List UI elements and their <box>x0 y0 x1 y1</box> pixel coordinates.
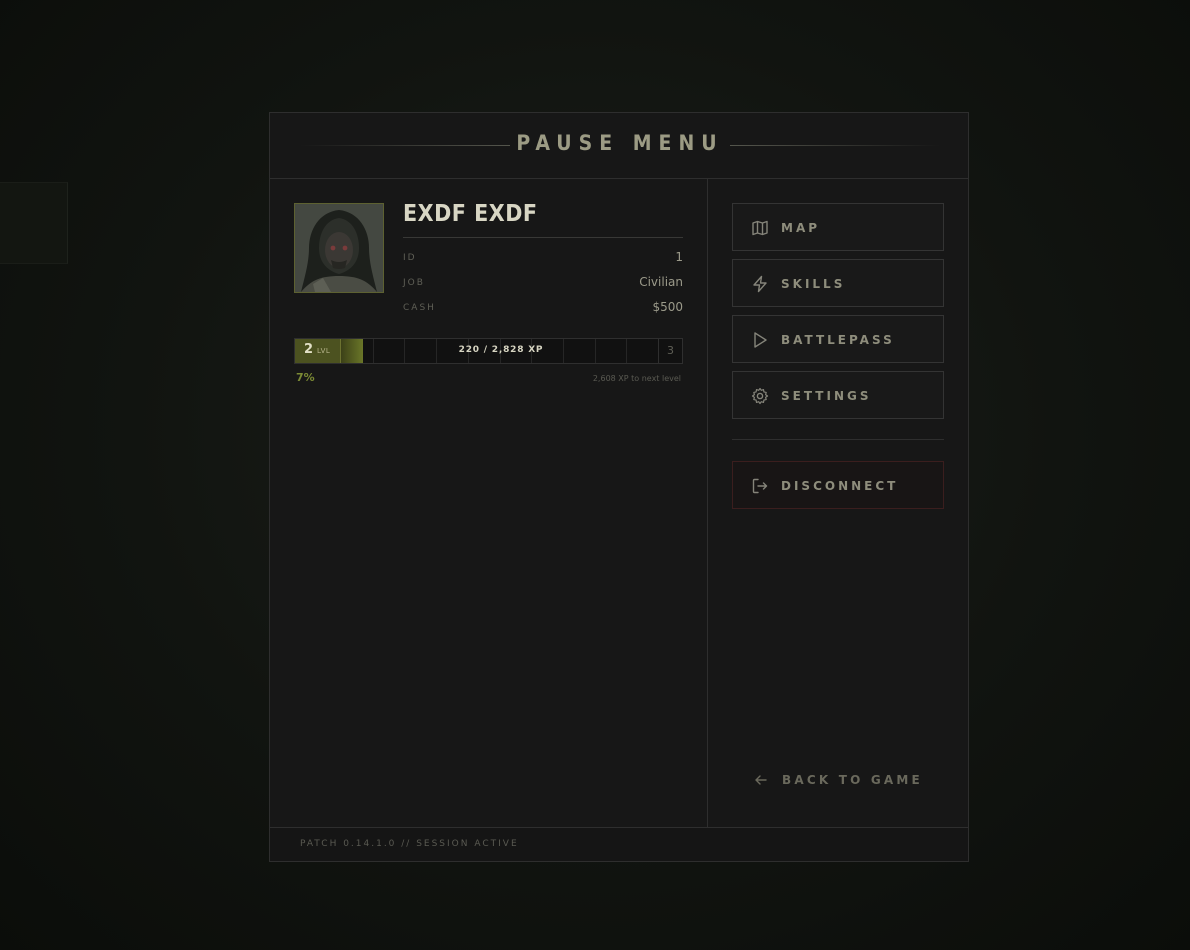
battlepass-button-label: BATTLEPASS <box>781 333 895 347</box>
back-to-game-label: BACK TO GAME <box>782 773 923 787</box>
stat-value: $500 <box>652 300 683 314</box>
gear-icon <box>751 387 769 405</box>
stat-row-id: ID 1 <box>403 250 683 268</box>
hooded-character-portrait <box>295 204 383 292</box>
name-divider <box>403 237 683 238</box>
back-to-game-button[interactable]: BACK TO GAME <box>754 771 944 791</box>
xp-progress-bar: 2 LVL 220 / 2,828 XP 3 <box>294 338 683 364</box>
xp-to-next-level: 2,608 XP to next level <box>592 374 681 383</box>
column-divider <box>707 179 708 827</box>
battlepass-button[interactable]: BATTLEPASS <box>732 315 944 363</box>
level-badge: 2 LVL <box>295 339 341 363</box>
stat-label: CASH <box>403 303 436 313</box>
stat-value: 1 <box>675 250 683 264</box>
avatar <box>294 203 384 293</box>
map-button[interactable]: MAP <box>732 203 944 251</box>
lightning-icon <box>753 275 767 293</box>
map-icon <box>752 220 768 236</box>
footer: PATCH 0.14.1.0 // SESSION ACTIVE <box>270 827 968 861</box>
arrow-left-icon <box>755 775 767 785</box>
pause-menu-header: PAUSE MENU <box>270 113 968 179</box>
disconnect-button-label: DISCONNECT <box>781 479 899 493</box>
settings-button[interactable]: SETTINGS <box>732 371 944 419</box>
map-button-label: MAP <box>781 221 821 235</box>
player-name: EXDF EXDF <box>403 201 538 227</box>
stat-row-job: JOB Civilian <box>403 275 683 293</box>
skills-button-label: SKILLS <box>781 277 846 291</box>
disconnect-button[interactable]: DISCONNECT <box>732 461 944 509</box>
menu-divider <box>732 439 944 440</box>
current-level: 2 <box>304 342 314 357</box>
background-hud-fragment <box>0 182 68 264</box>
patch-version: PATCH 0.14.1.0 // SESSION ACTIVE <box>300 839 519 849</box>
header-rule-right <box>730 145 940 146</box>
stat-value: Civilian <box>639 275 683 289</box>
pause-menu-panel: PAUSE MENU EXDF EXDF ID 1 JOB Civilian C… <box>269 112 969 862</box>
skills-button[interactable]: SKILLS <box>732 259 944 307</box>
stat-label: ID <box>403 253 417 263</box>
level-label: LVL <box>317 347 331 355</box>
page-title: PAUSE MENU <box>516 131 724 155</box>
xp-readout: 220 / 2,828 XP <box>458 345 544 355</box>
xp-percent: 7% <box>296 371 315 384</box>
stat-row-cash: CASH $500 <box>403 300 683 318</box>
next-level: 3 <box>658 339 682 363</box>
play-icon <box>754 332 767 348</box>
logout-icon <box>752 478 768 494</box>
settings-button-label: SETTINGS <box>781 389 872 403</box>
stat-label: JOB <box>403 278 425 288</box>
header-rule-left <box>300 145 510 146</box>
